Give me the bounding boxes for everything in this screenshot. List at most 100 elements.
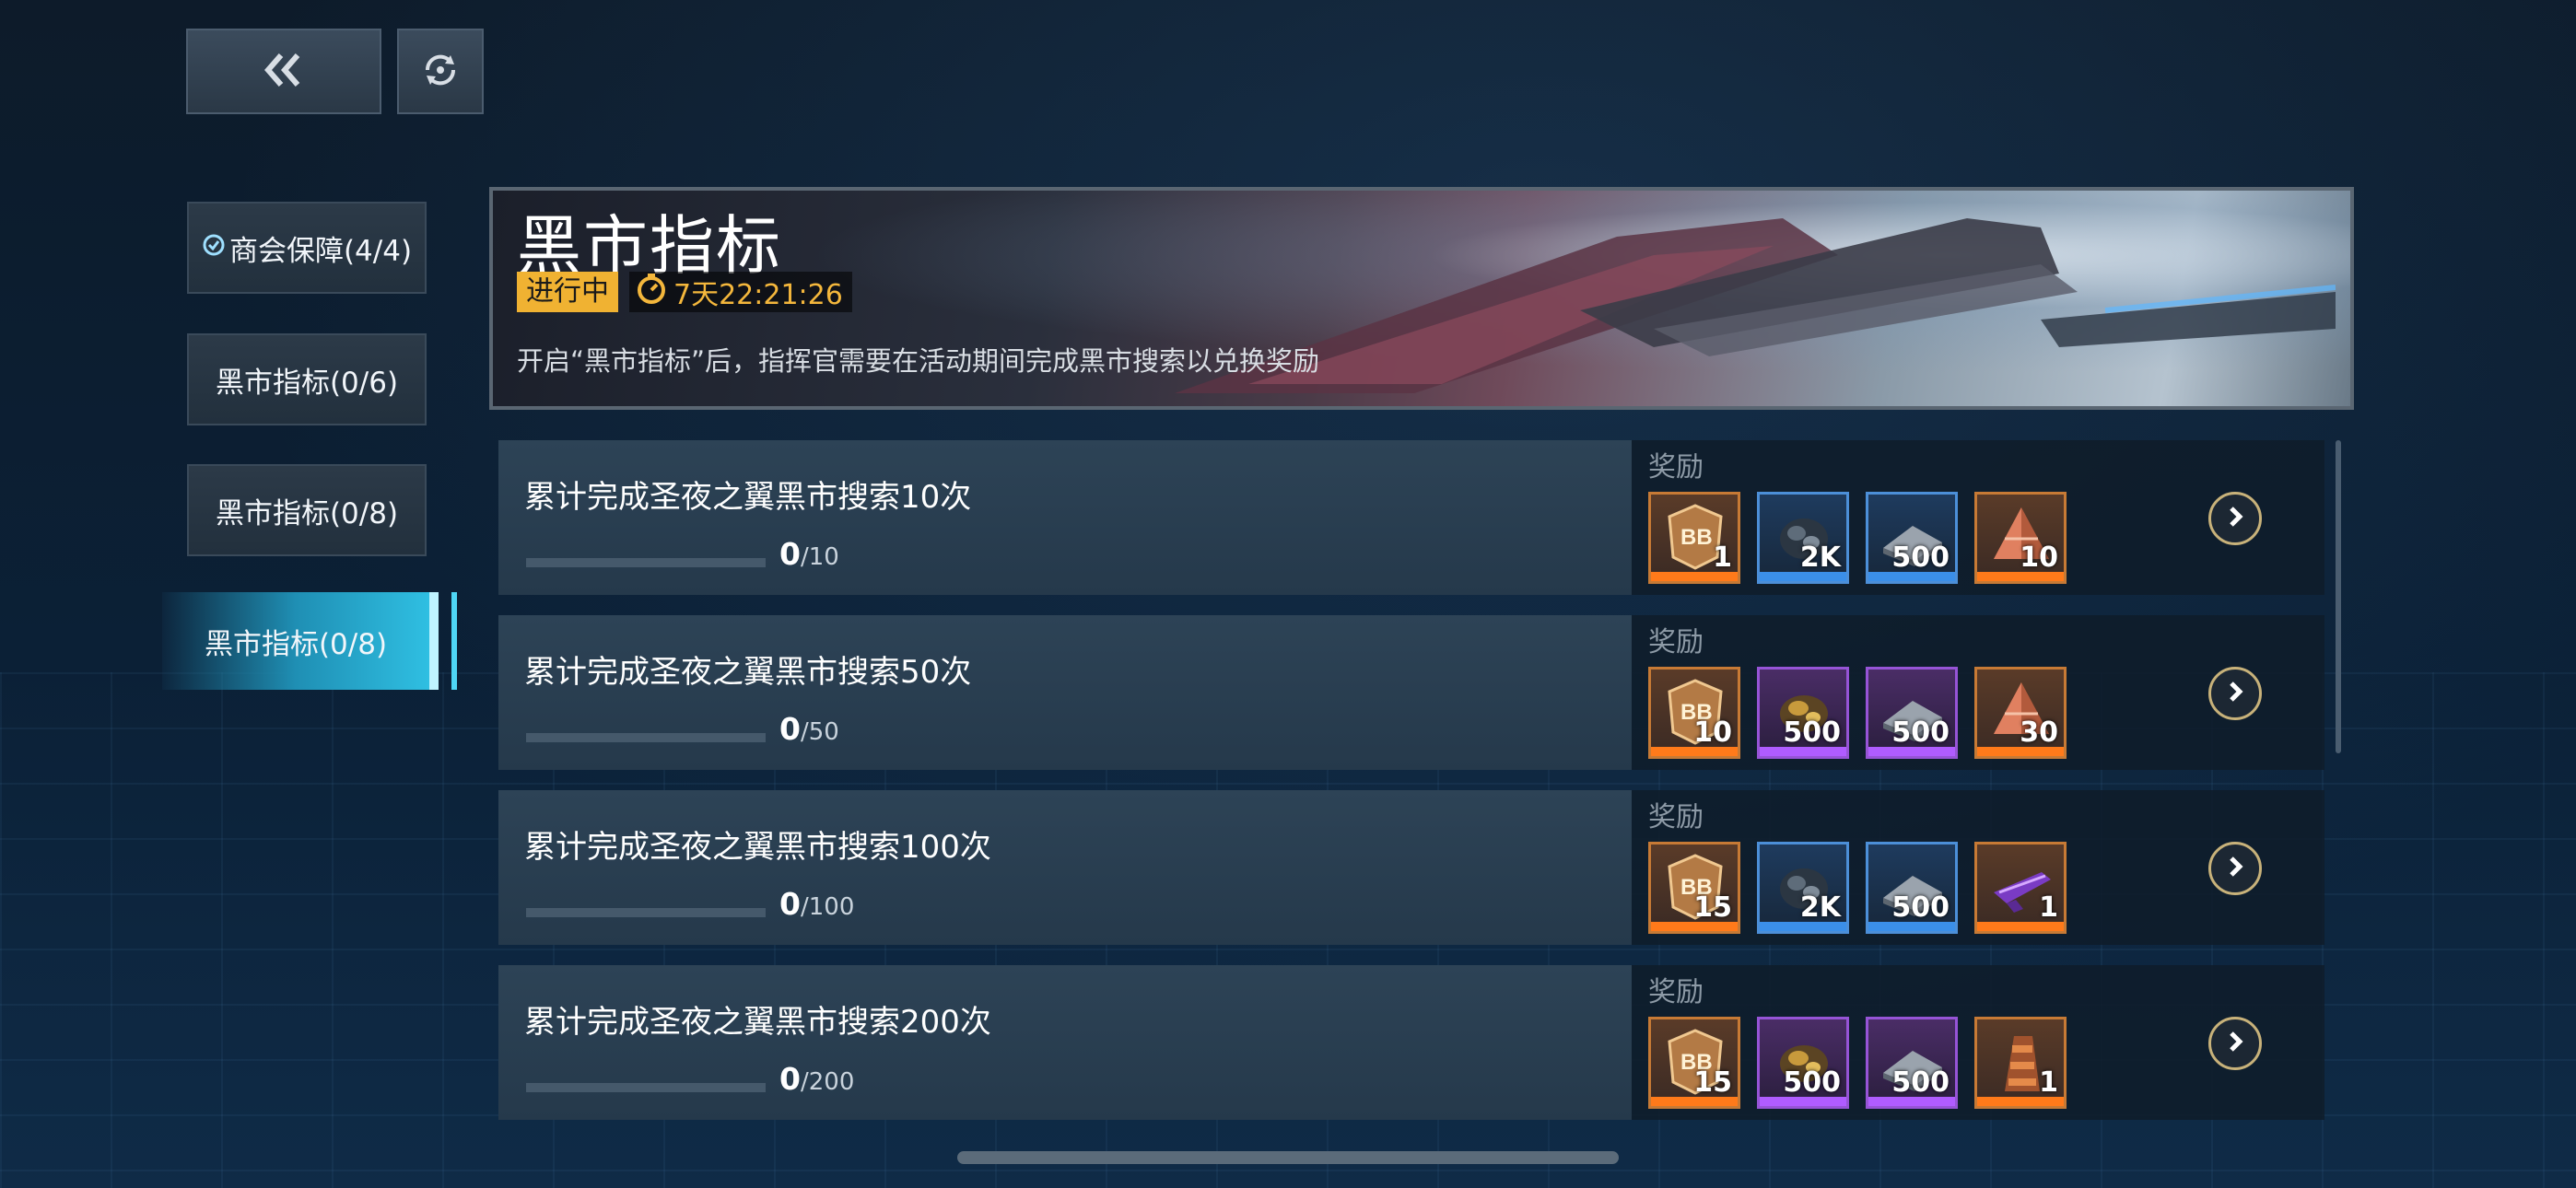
- back-button[interactable]: [186, 29, 381, 114]
- reward-item[interactable]: BB 10: [1648, 667, 1740, 759]
- reward-item[interactable]: 500: [1866, 667, 1958, 759]
- task-title: 累计完成圣夜之翼黑市搜索200次: [524, 1004, 991, 1041]
- stopwatch-icon: [635, 272, 668, 312]
- event-banner: 黑市指标 进行中 7天22:21:26 开启“黑市指标”后，指挥官需要在活动期间…: [489, 187, 2354, 410]
- check-circle-icon: [202, 233, 226, 263]
- sidebar-item-black-market-3[interactable]: 黑市指标(0/8): [162, 592, 457, 690]
- reward-item[interactable]: 500: [1866, 842, 1958, 934]
- reward-quantity: 10: [1693, 716, 1732, 749]
- progress-bar: [526, 558, 766, 567]
- task-row: 累计完成圣夜之翼黑市搜索10次 0/10 奖励 BB 1 2K 500 10: [498, 440, 2324, 595]
- reward-item[interactable]: 1: [1974, 842, 2067, 934]
- sidebar-item-black-market-1[interactable]: 黑市指标(0/6): [187, 333, 427, 425]
- circular-arrows-icon: [420, 50, 461, 94]
- progress-current: 0: [779, 536, 801, 572]
- task-row: 累计完成圣夜之翼黑市搜索200次 0/200 奖励 BB 15 500 500 1: [498, 965, 2324, 1120]
- sidebar-item-label: 黑市指标(0/8): [215, 496, 399, 530]
- reward-quantity: 500: [1891, 542, 1950, 574]
- go-button[interactable]: [2208, 492, 2262, 545]
- progress-count: 0/10: [779, 536, 839, 572]
- progress-count: 0/100: [779, 886, 854, 922]
- reward-item[interactable]: 10: [1974, 492, 2067, 584]
- reward-quantity: 500: [1891, 716, 1950, 749]
- event-description: 开启“黑市指标”后，指挥官需要在活动期间完成黑市搜索以兑换奖励: [517, 345, 1320, 377]
- reward-item[interactable]: BB 15: [1648, 1017, 1740, 1109]
- chevron-right-icon: [2223, 1030, 2247, 1057]
- reward-item[interactable]: BB 15: [1648, 842, 1740, 934]
- reward-label: 奖励: [1648, 451, 1704, 483]
- progress-total: /50: [800, 718, 839, 746]
- progress-total: /100: [800, 893, 855, 921]
- reward-quantity: 500: [1891, 891, 1950, 924]
- progress-bar: [526, 733, 766, 742]
- progress-current: 0: [779, 711, 801, 747]
- reward-item[interactable]: 500: [1757, 667, 1849, 759]
- reward-quantity: 15: [1693, 891, 1732, 924]
- progress-bar: [526, 908, 766, 917]
- reward-panel: 奖励 BB 10 500 500 30: [1632, 615, 2324, 770]
- progress-count: 0/200: [779, 1061, 854, 1097]
- sidebar-item-label: 商会保障(4/4): [228, 234, 413, 268]
- reward-item[interactable]: 500: [1757, 1017, 1849, 1109]
- task-title: 累计完成圣夜之翼黑市搜索100次: [524, 829, 991, 866]
- reward-quantity: 10: [2020, 542, 2058, 574]
- progress-current: 0: [779, 886, 801, 922]
- reward-quantity: 500: [1891, 1066, 1950, 1099]
- chevron-right-icon: [2223, 680, 2247, 707]
- list-scrollbar[interactable]: [2336, 440, 2341, 753]
- go-button[interactable]: [2208, 842, 2262, 895]
- home-indicator[interactable]: [957, 1151, 1619, 1164]
- reward-quantity: 1: [2039, 1066, 2058, 1099]
- reward-item[interactable]: BB 1: [1648, 492, 1740, 584]
- progress-bar: [526, 1083, 766, 1092]
- progress-total: /200: [800, 1068, 855, 1096]
- countdown-timer: 7天22:21:26: [629, 272, 852, 312]
- double-chevron-left-icon: [261, 52, 307, 92]
- reward-label: 奖励: [1648, 626, 1704, 658]
- sidebar-item-black-market-2[interactable]: 黑市指标(0/8): [187, 464, 427, 556]
- reward-quantity: 15: [1693, 1066, 1732, 1099]
- task-title: 累计完成圣夜之翼黑市搜索10次: [524, 479, 972, 516]
- reward-panel: 奖励 BB 1 2K 500 10: [1632, 440, 2324, 595]
- reward-label: 奖励: [1648, 976, 1704, 1008]
- status-badge: 进行中: [517, 272, 618, 312]
- reward-quantity: 500: [1783, 1066, 1841, 1099]
- active-indicator: [429, 592, 439, 690]
- task-row: 累计完成圣夜之翼黑市搜索100次 0/100 奖励 BB 15 2K 500 1: [498, 790, 2324, 945]
- chevron-right-icon: [2223, 855, 2247, 882]
- reward-panel: 奖励 BB 15 2K 500 1: [1632, 790, 2324, 945]
- reward-quantity: 1: [2039, 891, 2058, 924]
- task-info: 累计完成圣夜之翼黑市搜索200次 0/200: [498, 965, 1632, 1120]
- reward-item[interactable]: 2K: [1757, 842, 1849, 934]
- task-row: 累计完成圣夜之翼黑市搜索50次 0/50 奖励 BB 10 500 500 30: [498, 615, 2324, 770]
- task-info: 累计完成圣夜之翼黑市搜索100次 0/100: [498, 790, 1632, 945]
- svg-text:BB: BB: [1680, 525, 1713, 550]
- progress-current: 0: [779, 1061, 801, 1097]
- reward-item[interactable]: 500: [1866, 1017, 1958, 1109]
- timer-text: 7天22:21:26: [673, 279, 843, 311]
- progress-count: 0/50: [779, 711, 839, 747]
- reward-item[interactable]: 30: [1974, 667, 2067, 759]
- chevron-right-icon: [2223, 505, 2247, 532]
- progress-total: /10: [800, 543, 839, 571]
- task-title: 累计完成圣夜之翼黑市搜索50次: [524, 654, 972, 691]
- reward-item[interactable]: 2K: [1757, 492, 1849, 584]
- reward-quantity: 2K: [1799, 891, 1841, 924]
- sidebar-item-merchant-guarantee[interactable]: 商会保障(4/4): [187, 202, 427, 294]
- reward-item[interactable]: 1: [1974, 1017, 2067, 1109]
- reward-item[interactable]: 500: [1866, 492, 1958, 584]
- active-indicator-outer: [451, 592, 457, 690]
- refresh-button[interactable]: [397, 29, 484, 114]
- sidebar-item-label: 黑市指标(0/6): [215, 366, 399, 400]
- reward-quantity: 30: [2020, 716, 2058, 749]
- reward-quantity: 2K: [1799, 542, 1841, 574]
- reward-quantity: 500: [1783, 716, 1841, 749]
- reward-quantity: 1: [1713, 542, 1732, 574]
- go-button[interactable]: [2208, 667, 2262, 720]
- sidebar-item-label: 黑市指标(0/8): [204, 627, 388, 661]
- task-info: 累计完成圣夜之翼黑市搜索50次 0/50: [498, 615, 1632, 770]
- task-info: 累计完成圣夜之翼黑市搜索10次 0/10: [498, 440, 1632, 595]
- go-button[interactable]: [2208, 1017, 2262, 1070]
- reward-panel: 奖励 BB 15 500 500 1: [1632, 965, 2324, 1120]
- reward-label: 奖励: [1648, 801, 1704, 833]
